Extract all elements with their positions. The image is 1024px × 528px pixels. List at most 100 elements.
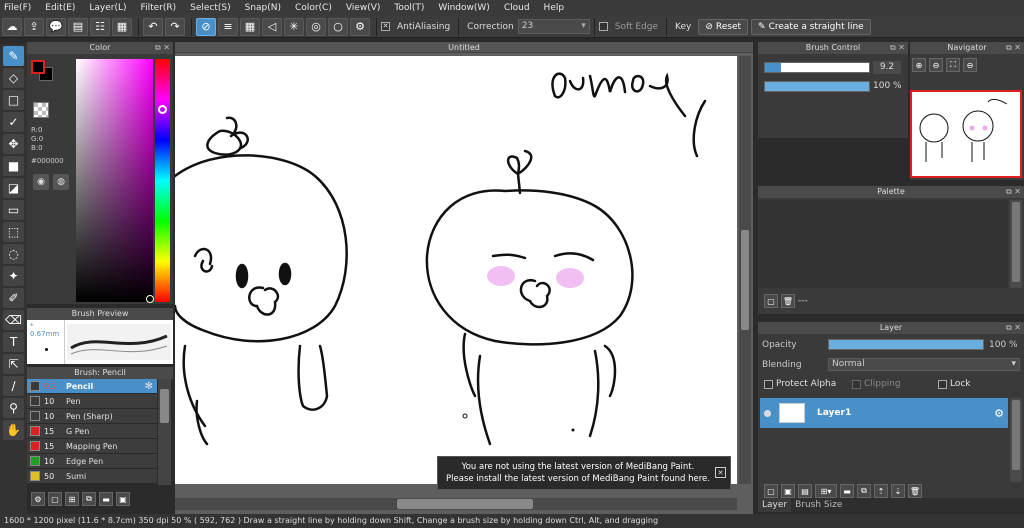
folder-icon[interactable]: ▬ — [99, 492, 113, 506]
visibility-icon[interactable] — [764, 409, 771, 417]
undo-icon[interactable]: ↶ — [143, 17, 163, 36]
menu-layer[interactable]: Layer(L) — [89, 3, 126, 13]
panel-close-icon[interactable]: ⧉ ✕ — [155, 42, 170, 54]
panel-close-icon[interactable]: ⧉ ✕ — [890, 42, 905, 54]
menu-help[interactable]: Help — [544, 3, 565, 13]
zoom-in-icon[interactable]: ⊕ — [912, 58, 926, 72]
pen-tool-icon[interactable]: ✓ — [3, 112, 24, 132]
duplicate-icon[interactable]: ▣ — [116, 492, 130, 506]
new-halftone-layer-icon[interactable]: ▣ — [781, 484, 795, 498]
snap-perspective-icon[interactable]: ◁ — [262, 17, 282, 36]
snap-settings-icon[interactable]: ⚙ — [350, 17, 370, 36]
grid-menu-icon[interactable]: ☷ — [90, 17, 110, 36]
add-layer-dropdown-icon[interactable]: ⊞▾ — [815, 484, 837, 498]
scrollbar-thumb[interactable] — [1012, 400, 1020, 470]
layer-settings-icon[interactable]: ⚙ — [994, 407, 1004, 420]
snap-radial-icon[interactable]: ✳ — [284, 17, 304, 36]
fill-rect-tool-icon[interactable]: ■ — [3, 156, 24, 176]
menu-view[interactable]: View(V) — [346, 3, 381, 13]
trash-icon[interactable]: 🗑 — [781, 294, 795, 308]
brush-list-item[interactable]: 15 Mapping Pen — [27, 439, 157, 454]
zoom-reset-icon[interactable]: ⊖ — [963, 58, 977, 72]
clipping-checkbox[interactable] — [852, 379, 861, 389]
panel-close-icon[interactable]: ⧉ ✕ — [1006, 322, 1021, 334]
brush-settings-icon[interactable]: ✻ — [145, 381, 153, 392]
vertical-scrollbar-thumb[interactable] — [741, 230, 749, 330]
grid-icon[interactable]: ▦ — [112, 17, 132, 36]
menu-color[interactable]: Color(C) — [295, 3, 332, 13]
color-wheel-icon[interactable]: ◉ — [33, 174, 49, 190]
select-eraser-icon[interactable]: ⌫ — [3, 310, 24, 330]
update-notification[interactable]: You are not using the latest version of … — [437, 456, 731, 490]
navigator-thumbnail[interactable] — [910, 90, 1022, 178]
protect-alpha-option[interactable]: Protect Alpha — [764, 379, 836, 389]
chat-icon[interactable]: 💬 — [46, 17, 66, 36]
snap-circle-icon[interactable]: ○ — [328, 17, 348, 36]
select-pen-icon[interactable]: ✐ — [3, 288, 24, 308]
eyedropper-tool-icon[interactable]: ⚲ — [3, 398, 24, 418]
hand-tool-icon[interactable]: ✋ — [3, 420, 24, 440]
scrollbar-thumb[interactable] — [1012, 202, 1020, 282]
horizontal-scrollbar[interactable] — [175, 498, 737, 510]
drawing-canvas[interactable] — [175, 56, 737, 484]
menu-tool[interactable]: Tool(T) — [394, 3, 424, 13]
cloud-icon[interactable]: ☁ — [2, 17, 22, 36]
new-mono-layer-icon[interactable]: ▤ — [798, 484, 812, 498]
lock-checkbox[interactable] — [938, 379, 947, 389]
panel-close-icon[interactable]: ⧉ ✕ — [1006, 186, 1021, 198]
lasso-tool-icon[interactable]: ◌ — [3, 244, 24, 264]
menu-filter[interactable]: Filter(R) — [141, 3, 177, 13]
redo-icon[interactable]: ↷ — [165, 17, 185, 36]
hue-handle[interactable] — [158, 105, 167, 114]
menu-file[interactable]: File(F) — [4, 3, 31, 13]
bucket-tool-icon[interactable]: ◪ — [3, 178, 24, 198]
snap-grid-icon[interactable]: ▦ — [240, 17, 260, 36]
brush-list-item[interactable]: 15 G Pen — [27, 424, 157, 439]
move-tool-icon[interactable]: ✥ — [3, 134, 24, 154]
magic-wand-icon[interactable]: ✦ — [3, 266, 24, 286]
layer-scrollbar[interactable] — [1010, 398, 1022, 482]
brush-list-scrollbar[interactable] — [158, 379, 171, 485]
brush-opacity-slider[interactable] — [764, 81, 870, 92]
hue-slider[interactable] — [155, 59, 170, 302]
snap-parallel-icon[interactable]: ≡ — [218, 17, 238, 36]
brush-size-input[interactable]: 9.2 — [873, 61, 901, 74]
saturation-value-picker[interactable] — [76, 59, 153, 302]
straight-line-button[interactable]: ✎ Create a straight line — [751, 18, 871, 35]
tab-layer[interactable]: Layer — [758, 498, 792, 512]
brush-tool-icon[interactable]: ✎ — [3, 46, 24, 66]
eraser-tool-icon[interactable]: ◇ — [3, 68, 24, 88]
lock-option[interactable]: Lock — [938, 379, 971, 389]
gradient-tool-icon[interactable]: ▭ — [3, 200, 24, 220]
document-tab[interactable]: Untitled — [175, 42, 753, 53]
share-icon[interactable]: ⇪ — [24, 17, 44, 36]
brush-list-item[interactable]: 9.2 Pencil ✻ — [27, 379, 157, 394]
protect-alpha-checkbox[interactable] — [764, 379, 773, 389]
rect-tool-icon[interactable]: □ — [3, 90, 24, 110]
brush-settings-icon[interactable]: ⚙ — [31, 492, 45, 506]
select-tool-icon[interactable]: ⬚ — [3, 222, 24, 242]
new-palette-icon[interactable]: ▢ — [764, 294, 778, 308]
soft-edge-checkbox[interactable] — [598, 22, 608, 31]
correction-dropdown[interactable]: 23 ▾ — [517, 19, 590, 34]
merge-down-icon[interactable]: ⧉ — [857, 484, 871, 498]
menu-edit[interactable]: Edit(E) — [45, 3, 75, 13]
fit-icon[interactable]: ⛶ — [946, 58, 960, 72]
menu-window[interactable]: Window(W) — [438, 3, 489, 13]
transparent-swatch[interactable] — [33, 102, 49, 118]
layer-opacity-slider[interactable] — [828, 339, 984, 350]
reset-button[interactable]: ⊘ Reset — [698, 18, 749, 35]
layer-row[interactable]: Layer1 ⚙ — [760, 398, 1008, 428]
brush-list-item[interactable]: 10 Edge Pen — [27, 454, 157, 469]
text-tool-icon[interactable]: T — [3, 332, 24, 352]
layer-move-down-icon[interactable]: ⇣ — [891, 484, 905, 498]
snap-off-icon[interactable]: ⊘ — [196, 17, 216, 36]
brush-list-item[interactable]: 10 Pen (Sharp) — [27, 409, 157, 424]
vertical-scrollbar[interactable] — [739, 56, 751, 484]
operation-tool-icon[interactable]: ⇱ — [3, 354, 24, 374]
close-icon[interactable]: ✕ — [715, 467, 726, 478]
menu-cloud[interactable]: Cloud — [504, 3, 530, 13]
brush-list-item[interactable]: 10 Pen — [27, 394, 157, 409]
blending-dropdown[interactable]: Normal ▾ — [828, 358, 1020, 371]
panel-close-icon[interactable]: ⧉ ✕ — [1006, 42, 1021, 54]
